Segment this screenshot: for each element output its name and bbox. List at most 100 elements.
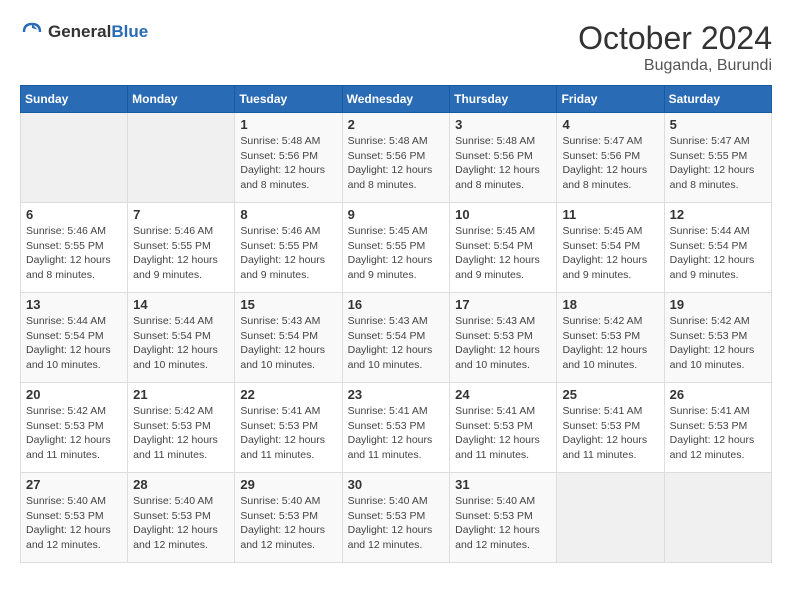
title-block: October 2024 Buganda, Burundi <box>578 20 772 75</box>
calendar-row-1: 6 Sunrise: 5:46 AM Sunset: 5:55 PM Daylig… <box>21 203 772 293</box>
day-number: 9 <box>348 207 445 222</box>
day-number: 22 <box>240 387 336 402</box>
calendar-cell: 17Sunrise: 5:43 AM Sunset: 5:53 PM Dayli… <box>450 293 557 383</box>
calendar-cell: 25Sunrise: 5:41 AM Sunset: 5:53 PM Dayli… <box>557 383 664 473</box>
day-number: 16 <box>348 297 445 312</box>
day-number: 29 <box>240 477 336 492</box>
calendar-cell: 6 Sunrise: 5:46 AM Sunset: 5:55 PM Daylig… <box>21 203 128 293</box>
location: Buganda, Burundi <box>578 57 772 75</box>
day-number: 20 <box>26 387 122 402</box>
calendar-cell: 20 Sunrise: 5:42 AM Sunset: 5:53 PM Dayli… <box>21 383 128 473</box>
calendar-cell: 15 Sunrise: 5:43 AM Sunset: 5:54 PM Dayli… <box>235 293 342 383</box>
day-info: Sunrise: 5:42 AM Sunset: 5:53 PM Dayligh… <box>26 404 122 463</box>
day-info: Sunrise: 5:41 AM Sunset: 5:53 PM Dayligh… <box>240 404 336 463</box>
day-number: 26 <box>670 387 766 402</box>
day-info: Sunrise: 5:44 AM Sunset: 5:54 PM Dayligh… <box>670 224 766 283</box>
day-number: 24 <box>455 387 551 402</box>
day-number: 3 <box>455 117 551 132</box>
calendar-table: SundayMondayTuesdayWednesdayThursdayFrid… <box>20 85 772 563</box>
day-info: Sunrise: 5:43 AM Sunset: 5:54 PM Dayligh… <box>348 314 445 373</box>
day-info: Sunrise: 5:48 AM Sunset: 5:56 PM Dayligh… <box>455 134 551 193</box>
day-info: Sunrise: 5:46 AM Sunset: 5:55 PM Dayligh… <box>240 224 336 283</box>
calendar-cell: 28 Sunrise: 5:40 AM Sunset: 5:53 PM Dayli… <box>128 473 235 563</box>
day-number: 13 <box>26 297 122 312</box>
calendar-cell: 13Sunrise: 5:44 AM Sunset: 5:54 PM Dayli… <box>21 293 128 383</box>
day-info: Sunrise: 5:41 AM Sunset: 5:53 PM Dayligh… <box>348 404 445 463</box>
day-info: Sunrise: 5:47 AM Sunset: 5:55 PM Dayligh… <box>670 134 766 193</box>
calendar-cell: 24 Sunrise: 5:41 AM Sunset: 5:53 PM Dayli… <box>450 383 557 473</box>
day-number: 12 <box>670 207 766 222</box>
calendar-cell: 23 Sunrise: 5:41 AM Sunset: 5:53 PM Dayli… <box>342 383 450 473</box>
calendar-header-sunday: Sunday <box>21 86 128 113</box>
day-info: Sunrise: 5:40 AM Sunset: 5:53 PM Dayligh… <box>133 494 229 553</box>
day-info: Sunrise: 5:45 AM Sunset: 5:55 PM Dayligh… <box>348 224 445 283</box>
day-number: 31 <box>455 477 551 492</box>
day-number: 14 <box>133 297 229 312</box>
day-info: Sunrise: 5:41 AM Sunset: 5:53 PM Dayligh… <box>455 404 551 463</box>
day-number: 28 <box>133 477 229 492</box>
day-info: Sunrise: 5:42 AM Sunset: 5:53 PM Dayligh… <box>670 314 766 373</box>
day-number: 6 <box>26 207 122 222</box>
day-number: 23 <box>348 387 445 402</box>
calendar-cell: 16 Sunrise: 5:43 AM Sunset: 5:54 PM Dayli… <box>342 293 450 383</box>
calendar-cell: 3 Sunrise: 5:48 AM Sunset: 5:56 PM Daylig… <box>450 113 557 203</box>
calendar-header-wednesday: Wednesday <box>342 86 450 113</box>
day-info: Sunrise: 5:46 AM Sunset: 5:55 PM Dayligh… <box>26 224 122 283</box>
calendar-cell: 4Sunrise: 5:47 AM Sunset: 5:56 PM Daylig… <box>557 113 664 203</box>
day-number: 10 <box>455 207 551 222</box>
calendar-cell: 19 Sunrise: 5:42 AM Sunset: 5:53 PM Dayli… <box>664 293 771 383</box>
day-info: Sunrise: 5:48 AM Sunset: 5:56 PM Dayligh… <box>240 134 336 193</box>
day-number: 15 <box>240 297 336 312</box>
calendar-row-4: 27Sunrise: 5:40 AM Sunset: 5:53 PM Dayli… <box>21 473 772 563</box>
calendar-cell: 7Sunrise: 5:46 AM Sunset: 5:55 PM Daylig… <box>128 203 235 293</box>
day-number: 11 <box>562 207 658 222</box>
calendar-cell: 18Sunrise: 5:42 AM Sunset: 5:53 PM Dayli… <box>557 293 664 383</box>
calendar-cell: 2 Sunrise: 5:48 AM Sunset: 5:56 PM Daylig… <box>342 113 450 203</box>
calendar-header-monday: Monday <box>128 86 235 113</box>
day-number: 19 <box>670 297 766 312</box>
calendar-row-2: 13Sunrise: 5:44 AM Sunset: 5:54 PM Dayli… <box>21 293 772 383</box>
logo-text-general: General <box>48 22 111 41</box>
day-info: Sunrise: 5:47 AM Sunset: 5:56 PM Dayligh… <box>562 134 658 193</box>
day-number: 18 <box>562 297 658 312</box>
logo-icon <box>20 20 44 44</box>
calendar-cell: 27Sunrise: 5:40 AM Sunset: 5:53 PM Dayli… <box>21 473 128 563</box>
calendar-cell: 10Sunrise: 5:45 AM Sunset: 5:54 PM Dayli… <box>450 203 557 293</box>
calendar-header-friday: Friday <box>557 86 664 113</box>
logo: GeneralBlue <box>20 20 148 44</box>
day-info: Sunrise: 5:43 AM Sunset: 5:54 PM Dayligh… <box>240 314 336 373</box>
day-info: Sunrise: 5:41 AM Sunset: 5:53 PM Dayligh… <box>562 404 658 463</box>
calendar-header-row: SundayMondayTuesdayWednesdayThursdayFrid… <box>21 86 772 113</box>
day-info: Sunrise: 5:48 AM Sunset: 5:56 PM Dayligh… <box>348 134 445 193</box>
calendar-row-0: 1Sunrise: 5:48 AM Sunset: 5:56 PM Daylig… <box>21 113 772 203</box>
calendar-cell <box>557 473 664 563</box>
logo-text-blue: Blue <box>111 22 148 41</box>
calendar-header-saturday: Saturday <box>664 86 771 113</box>
calendar-cell: 30 Sunrise: 5:40 AM Sunset: 5:53 PM Dayli… <box>342 473 450 563</box>
month-year: October 2024 <box>578 20 772 57</box>
calendar-cell: 31 Sunrise: 5:40 AM Sunset: 5:53 PM Dayli… <box>450 473 557 563</box>
page-header: GeneralBlue October 2024 Buganda, Burund… <box>20 20 772 75</box>
day-info: Sunrise: 5:45 AM Sunset: 5:54 PM Dayligh… <box>562 224 658 283</box>
day-number: 8 <box>240 207 336 222</box>
day-info: Sunrise: 5:40 AM Sunset: 5:53 PM Dayligh… <box>348 494 445 553</box>
calendar-cell: 5 Sunrise: 5:47 AM Sunset: 5:55 PM Daylig… <box>664 113 771 203</box>
day-number: 2 <box>348 117 445 132</box>
calendar-row-3: 20 Sunrise: 5:42 AM Sunset: 5:53 PM Dayli… <box>21 383 772 473</box>
calendar-cell <box>128 113 235 203</box>
day-info: Sunrise: 5:42 AM Sunset: 5:53 PM Dayligh… <box>133 404 229 463</box>
day-number: 30 <box>348 477 445 492</box>
calendar-cell: 11 Sunrise: 5:45 AM Sunset: 5:54 PM Dayli… <box>557 203 664 293</box>
calendar-cell: 9 Sunrise: 5:45 AM Sunset: 5:55 PM Daylig… <box>342 203 450 293</box>
calendar-cell: 21 Sunrise: 5:42 AM Sunset: 5:53 PM Dayli… <box>128 383 235 473</box>
calendar-cell: 26 Sunrise: 5:41 AM Sunset: 5:53 PM Dayli… <box>664 383 771 473</box>
calendar-header-tuesday: Tuesday <box>235 86 342 113</box>
day-number: 5 <box>670 117 766 132</box>
calendar-cell: 22 Sunrise: 5:41 AM Sunset: 5:53 PM Dayli… <box>235 383 342 473</box>
day-info: Sunrise: 5:40 AM Sunset: 5:53 PM Dayligh… <box>26 494 122 553</box>
day-info: Sunrise: 5:40 AM Sunset: 5:53 PM Dayligh… <box>240 494 336 553</box>
day-number: 7 <box>133 207 229 222</box>
day-info: Sunrise: 5:40 AM Sunset: 5:53 PM Dayligh… <box>455 494 551 553</box>
day-number: 21 <box>133 387 229 402</box>
day-info: Sunrise: 5:41 AM Sunset: 5:53 PM Dayligh… <box>670 404 766 463</box>
